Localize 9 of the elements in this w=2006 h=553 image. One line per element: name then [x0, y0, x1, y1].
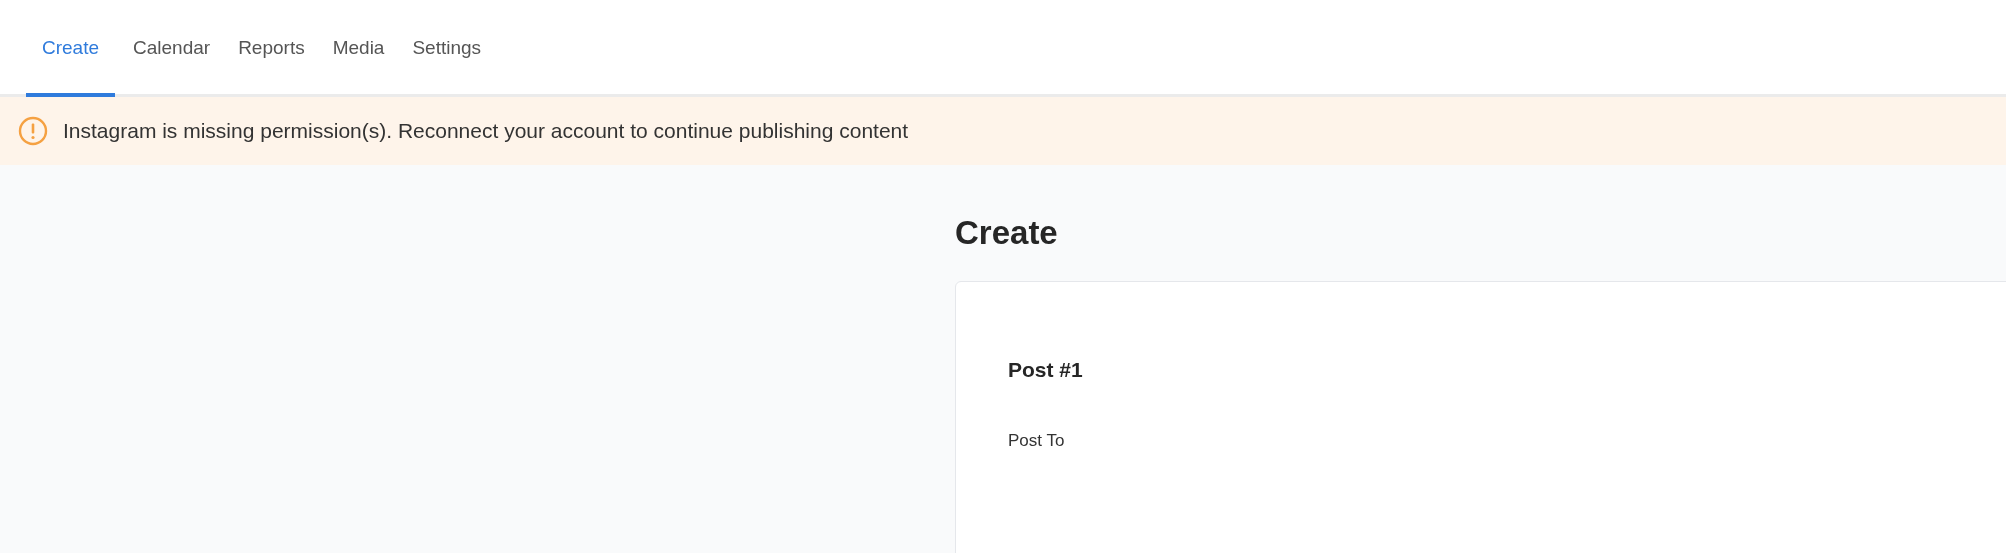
- warning-icon: [17, 115, 49, 147]
- nav-tab[interactable]: Calendar: [123, 0, 221, 97]
- nav-tab[interactable]: Media: [322, 0, 395, 97]
- post-title: Post #1: [1008, 357, 1084, 384]
- page-title: Create: [955, 213, 1059, 253]
- field-label: Post To: [1008, 429, 1066, 452]
- alert-message: Instagram is missing permission(s). Reconnect your account to continue publishing content: [63, 118, 909, 145]
- nav-tab[interactable]: Settings: [402, 0, 492, 97]
- nav-tab[interactable]: Reports: [228, 0, 315, 97]
